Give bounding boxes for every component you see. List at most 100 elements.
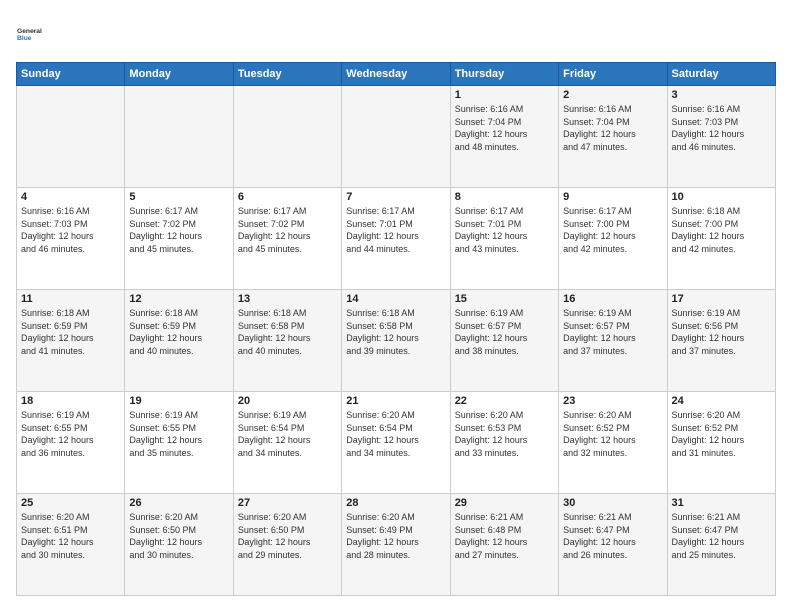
day-number: 19: [129, 395, 228, 407]
page: General Blue SundayMondayTuesdayWednesda…: [0, 0, 792, 612]
calendar-cell: 15Sunrise: 6:19 AM Sunset: 6:57 PM Dayli…: [450, 290, 558, 392]
calendar-cell: 25Sunrise: 6:20 AM Sunset: 6:51 PM Dayli…: [17, 494, 125, 596]
calendar-cell: 22 Sunrise: 6:20 AM Sunset: 6:53 PM Dayli…: [450, 392, 558, 494]
calendar-cell: 12 Sunrise: 6:18 AM Sunset: 6:59 PM Dayli…: [125, 290, 233, 392]
day-number: 30: [563, 497, 662, 509]
calendar-cell: 29 Sunrise: 6:21 AM Sunset: 6:48 PM Dayli…: [450, 494, 558, 596]
day-info: Sunrise: 6:19 AM Sunset: 6:54 PM Dayligh…: [238, 409, 337, 459]
calendar-cell: 24 Sunrise: 6:20 AM Sunset: 6:52 PM Dayli…: [667, 392, 775, 494]
calendar-cell: 17Sunrise: 6:19 AM Sunset: 6:56 PM Dayli…: [667, 290, 775, 392]
day-number: 20: [238, 395, 337, 407]
calendar-day-header: Sunday: [17, 63, 125, 86]
day-number: 22: [455, 395, 554, 407]
day-number: 8: [455, 191, 554, 203]
calendar-week-row: 4 Sunrise: 6:16 AM Sunset: 7:03 PM Daylig…: [17, 188, 776, 290]
day-info: Sunrise: 6:18 AM Sunset: 7:00 PM Dayligh…: [672, 205, 771, 255]
day-number: 5: [129, 191, 228, 203]
svg-text:General: General: [17, 28, 42, 35]
day-number: 23: [563, 395, 662, 407]
day-number: 12: [129, 293, 228, 305]
day-info: Sunrise: 6:20 AM Sunset: 6:53 PM Dayligh…: [455, 409, 554, 459]
calendar-table: SundayMondayTuesdayWednesdayThursdayFrid…: [16, 62, 776, 596]
day-number: 14: [346, 293, 445, 305]
day-info: Sunrise: 6:20 AM Sunset: 6:49 PM Dayligh…: [346, 511, 445, 561]
logo-icon: General Blue: [16, 16, 52, 52]
day-number: 10: [672, 191, 771, 203]
calendar-day-header: Thursday: [450, 63, 558, 86]
calendar-cell: 19 Sunrise: 6:19 AM Sunset: 6:55 PM Dayli…: [125, 392, 233, 494]
calendar-cell: [17, 86, 125, 188]
day-info: Sunrise: 6:20 AM Sunset: 6:50 PM Dayligh…: [129, 511, 228, 561]
calendar-cell: 3 Sunrise: 6:16 AM Sunset: 7:03 PM Daylig…: [667, 86, 775, 188]
day-number: 3: [672, 89, 771, 101]
day-info: Sunrise: 6:19 AM Sunset: 6:55 PM Dayligh…: [129, 409, 228, 459]
calendar-cell: 1Sunrise: 6:16 AM Sunset: 7:04 PM Daylig…: [450, 86, 558, 188]
day-info: Sunrise: 6:16 AM Sunset: 7:03 PM Dayligh…: [21, 205, 120, 255]
calendar-cell: [342, 86, 450, 188]
day-number: 6: [238, 191, 337, 203]
day-number: 24: [672, 395, 771, 407]
day-info: Sunrise: 6:18 AM Sunset: 6:58 PM Dayligh…: [238, 307, 337, 357]
day-number: 21: [346, 395, 445, 407]
day-number: 26: [129, 497, 228, 509]
day-number: 16: [563, 293, 662, 305]
day-info: Sunrise: 6:20 AM Sunset: 6:50 PM Dayligh…: [238, 511, 337, 561]
day-info: Sunrise: 6:17 AM Sunset: 7:01 PM Dayligh…: [346, 205, 445, 255]
calendar-cell: 11 Sunrise: 6:18 AM Sunset: 6:59 PM Dayli…: [17, 290, 125, 392]
calendar-cell: 4 Sunrise: 6:16 AM Sunset: 7:03 PM Daylig…: [17, 188, 125, 290]
calendar-day-header: Monday: [125, 63, 233, 86]
day-info: Sunrise: 6:21 AM Sunset: 6:47 PM Dayligh…: [672, 511, 771, 561]
day-number: 4: [21, 191, 120, 203]
day-number: 31: [672, 497, 771, 509]
day-info: Sunrise: 6:21 AM Sunset: 6:47 PM Dayligh…: [563, 511, 662, 561]
calendar-week-row: 11 Sunrise: 6:18 AM Sunset: 6:59 PM Dayli…: [17, 290, 776, 392]
calendar-cell: 13 Sunrise: 6:18 AM Sunset: 6:58 PM Dayli…: [233, 290, 341, 392]
day-info: Sunrise: 6:19 AM Sunset: 6:56 PM Dayligh…: [672, 307, 771, 357]
day-info: Sunrise: 6:21 AM Sunset: 6:48 PM Dayligh…: [455, 511, 554, 561]
day-info: Sunrise: 6:17 AM Sunset: 7:01 PM Dayligh…: [455, 205, 554, 255]
calendar-cell: 5 Sunrise: 6:17 AM Sunset: 7:02 PM Daylig…: [125, 188, 233, 290]
day-info: Sunrise: 6:18 AM Sunset: 6:58 PM Dayligh…: [346, 307, 445, 357]
day-info: Sunrise: 6:20 AM Sunset: 6:52 PM Dayligh…: [672, 409, 771, 459]
day-number: 13: [238, 293, 337, 305]
day-number: 28: [346, 497, 445, 509]
calendar-cell: 18 Sunrise: 6:19 AM Sunset: 6:55 PM Dayli…: [17, 392, 125, 494]
calendar-cell: 23 Sunrise: 6:20 AM Sunset: 6:52 PM Dayli…: [559, 392, 667, 494]
calendar-cell: 27 Sunrise: 6:20 AM Sunset: 6:50 PM Dayli…: [233, 494, 341, 596]
logo: General Blue: [16, 16, 52, 52]
calendar-cell: 7Sunrise: 6:17 AM Sunset: 7:01 PM Daylig…: [342, 188, 450, 290]
day-info: Sunrise: 6:18 AM Sunset: 6:59 PM Dayligh…: [129, 307, 228, 357]
calendar-day-header: Saturday: [667, 63, 775, 86]
day-number: 25: [21, 497, 120, 509]
calendar-cell: [125, 86, 233, 188]
calendar-week-row: 18 Sunrise: 6:19 AM Sunset: 6:55 PM Dayli…: [17, 392, 776, 494]
calendar-cell: 31 Sunrise: 6:21 AM Sunset: 6:47 PM Dayli…: [667, 494, 775, 596]
calendar-cell: 30 Sunrise: 6:21 AM Sunset: 6:47 PM Dayli…: [559, 494, 667, 596]
calendar-cell: 20 Sunrise: 6:19 AM Sunset: 6:54 PM Dayli…: [233, 392, 341, 494]
calendar-cell: 2Sunrise: 6:16 AM Sunset: 7:04 PM Daylig…: [559, 86, 667, 188]
day-info: Sunrise: 6:20 AM Sunset: 6:52 PM Dayligh…: [563, 409, 662, 459]
calendar-day-header: Friday: [559, 63, 667, 86]
day-info: Sunrise: 6:17 AM Sunset: 7:02 PM Dayligh…: [129, 205, 228, 255]
day-number: 1: [455, 89, 554, 101]
day-info: Sunrise: 6:19 AM Sunset: 6:57 PM Dayligh…: [455, 307, 554, 357]
day-number: 27: [238, 497, 337, 509]
day-info: Sunrise: 6:17 AM Sunset: 7:02 PM Dayligh…: [238, 205, 337, 255]
calendar-cell: 16 Sunrise: 6:19 AM Sunset: 6:57 PM Dayli…: [559, 290, 667, 392]
day-info: Sunrise: 6:16 AM Sunset: 7:04 PM Dayligh…: [563, 103, 662, 153]
day-info: Sunrise: 6:19 AM Sunset: 6:55 PM Dayligh…: [21, 409, 120, 459]
day-info: Sunrise: 6:19 AM Sunset: 6:57 PM Dayligh…: [563, 307, 662, 357]
day-info: Sunrise: 6:16 AM Sunset: 7:03 PM Dayligh…: [672, 103, 771, 153]
day-number: 9: [563, 191, 662, 203]
calendar-cell: 9Sunrise: 6:17 AM Sunset: 7:00 PM Daylig…: [559, 188, 667, 290]
svg-text:Blue: Blue: [17, 35, 32, 42]
day-number: 11: [21, 293, 120, 305]
day-info: Sunrise: 6:18 AM Sunset: 6:59 PM Dayligh…: [21, 307, 120, 357]
calendar-header-row: SundayMondayTuesdayWednesdayThursdayFrid…: [17, 63, 776, 86]
day-number: 18: [21, 395, 120, 407]
calendar-cell: 8 Sunrise: 6:17 AM Sunset: 7:01 PM Daylig…: [450, 188, 558, 290]
day-number: 29: [455, 497, 554, 509]
calendar-cell: 28 Sunrise: 6:20 AM Sunset: 6:49 PM Dayli…: [342, 494, 450, 596]
calendar-cell: 14 Sunrise: 6:18 AM Sunset: 6:58 PM Dayli…: [342, 290, 450, 392]
calendar-cell: [233, 86, 341, 188]
